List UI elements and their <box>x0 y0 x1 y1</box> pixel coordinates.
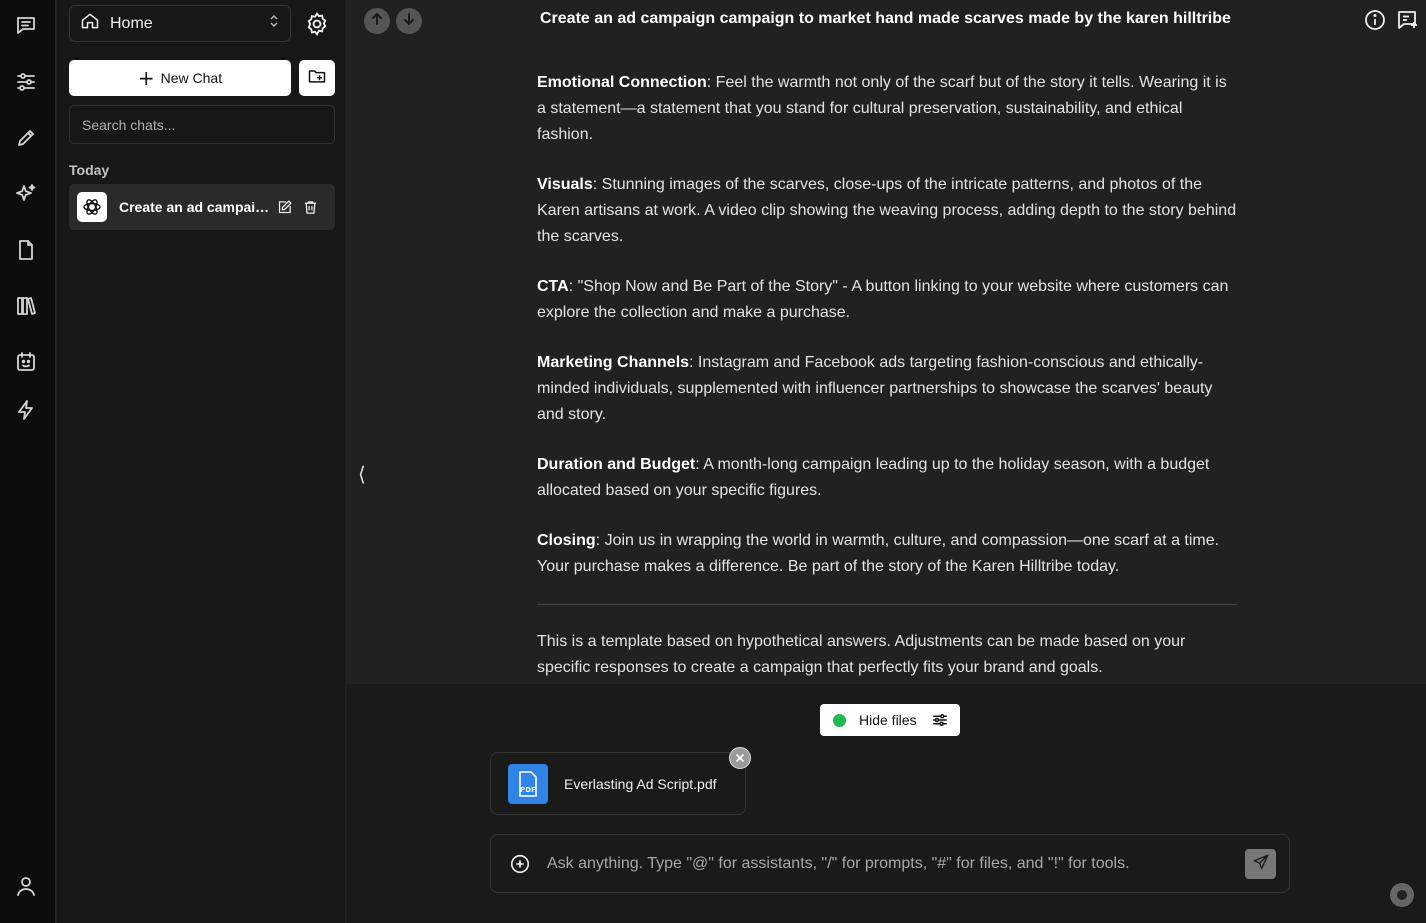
sidebar: Home + New Chat Today Create an ad campa… <box>57 0 345 923</box>
section-body: : Stunning images of the scarves, close-… <box>537 176 1237 245</box>
message-section: Closing: Join us in wrapping the world i… <box>537 528 1237 580</box>
pdf-file-icon: PDF <box>508 763 548 804</box>
conversation-title: Create an ad campaign campaign to market… <box>540 10 1231 27</box>
remove-file-close-icon[interactable] <box>729 747 751 769</box>
section-heading: Visuals <box>537 176 593 193</box>
new-folder-button[interactable] <box>299 60 335 96</box>
workspace-label: Home <box>110 14 153 32</box>
send-icon <box>1252 853 1270 876</box>
section-heading: Closing <box>537 532 596 549</box>
message-section: CTA: "Shop Now and Be Part of the Story"… <box>537 274 1237 326</box>
user-icon[interactable] <box>10 870 42 902</box>
pencil-icon[interactable] <box>10 122 42 154</box>
message-section: Visuals: Stunning images of the scarves,… <box>537 172 1237 250</box>
scroll-down-button[interactable] <box>396 8 422 34</box>
message-section: Emotional Connection: Feel the warmth no… <box>537 70 1237 148</box>
message-composer <box>490 834 1290 893</box>
message-content: Emotional Connection: Feel the warmth no… <box>537 70 1237 684</box>
settings-gear-icon[interactable] <box>303 10 331 38</box>
new-chat-label: New Chat <box>160 70 223 86</box>
assistant-logo-icon <box>77 192 107 222</box>
plus-icon: + <box>137 66 155 90</box>
add-circle-icon[interactable] <box>509 853 531 875</box>
chat-icon[interactable] <box>10 9 42 41</box>
section-today-heading: Today <box>69 162 110 178</box>
hide-files-label: Hide files <box>859 712 917 728</box>
search-chats-input[interactable] <box>69 105 335 144</box>
arrow-down-icon <box>402 12 416 31</box>
section-heading: Marketing Channels <box>537 354 690 371</box>
sliders-icon <box>931 711 949 729</box>
hide-files-button[interactable]: Hide files <box>820 704 960 736</box>
trash-icon[interactable] <box>297 194 323 220</box>
sparkles-icon[interactable] <box>10 178 42 210</box>
workspace-select[interactable]: Home <box>69 5 291 42</box>
pdf-type-label: PDF <box>520 786 536 794</box>
calendar-bot-icon[interactable] <box>10 346 42 378</box>
sidebar-collapse-toggle[interactable]: ⟨ <box>358 462 366 486</box>
divider <box>537 604 1237 605</box>
chevron-updown-icon <box>268 13 280 34</box>
file-name: Everlasting Ad Script.pdf <box>564 775 717 792</box>
message-section: Marketing Channels: Instagram and Facebo… <box>537 350 1237 428</box>
new-chat-button[interactable]: + New Chat <box>69 60 291 96</box>
home-icon <box>80 11 100 36</box>
lightning-icon[interactable] <box>10 394 42 426</box>
message-section: Duration and Budget: A month-long campai… <box>537 452 1237 504</box>
scroll-up-button[interactable] <box>364 8 390 34</box>
file-icon[interactable] <box>10 234 42 266</box>
arrow-up-icon <box>370 12 384 31</box>
assistant-orb-icon[interactable] <box>1390 883 1414 907</box>
folder-plus-icon <box>307 66 327 91</box>
info-icon[interactable] <box>1363 8 1387 32</box>
chat-list-item[interactable]: Create an ad campaign campaign to market… <box>69 184 335 230</box>
new-message-icon[interactable] <box>1395 8 1419 32</box>
footer-note: This is a template based on hypothetical… <box>537 633 1186 676</box>
composer-area: Hide files PDF Everlasting Ad Script.pdf <box>346 684 1426 923</box>
icon-rail <box>0 0 56 923</box>
prompt-input[interactable] <box>547 849 1227 879</box>
section-body: : "Shop Now and Be Part of the Story" - … <box>537 278 1229 321</box>
section-heading: CTA <box>537 278 569 295</box>
library-icon[interactable] <box>10 290 42 322</box>
attached-file-card[interactable]: PDF Everlasting Ad Script.pdf <box>490 752 746 815</box>
section-heading: Emotional Connection <box>537 74 707 91</box>
sliders-icon[interactable] <box>10 66 42 98</box>
status-dot <box>833 713 846 727</box>
send-button[interactable] <box>1245 849 1276 879</box>
chat-title: Create an ad campaign campaign to market… <box>119 199 271 215</box>
edit-icon[interactable] <box>271 194 297 220</box>
section-heading: Duration and Budget <box>537 456 696 473</box>
section-body: : Join us in wrapping the world in warmt… <box>537 532 1220 575</box>
